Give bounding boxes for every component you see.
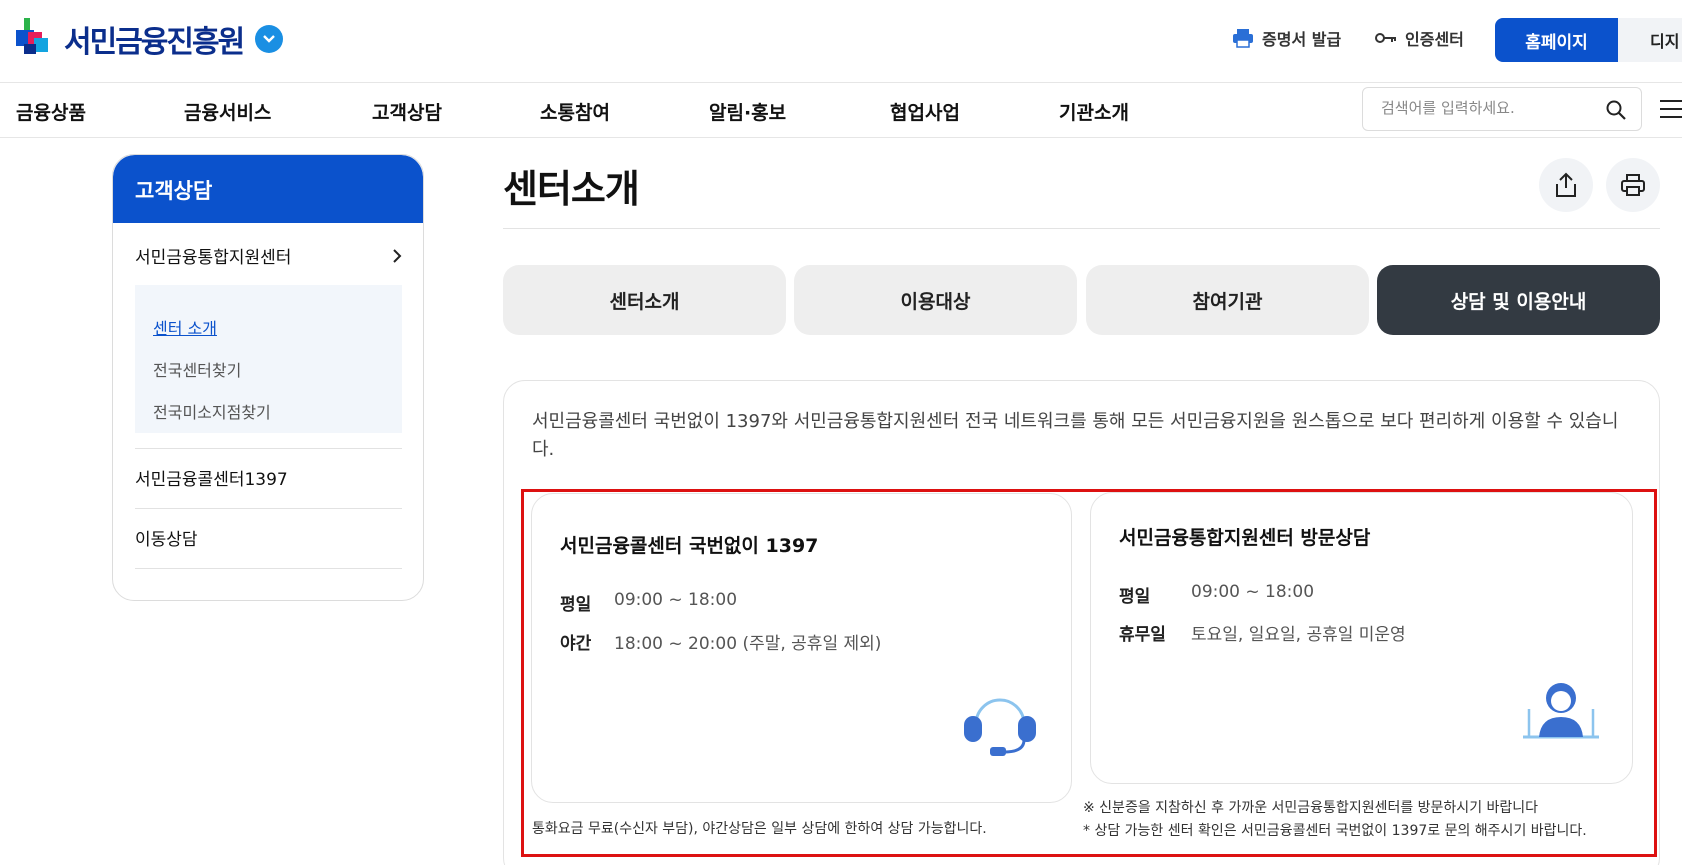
auth-center-link[interactable]: 인증센터 xyxy=(1375,26,1464,50)
tab-consult-guide[interactable]: 상담 및 이용안내 xyxy=(1377,265,1660,335)
chevron-right-icon xyxy=(393,248,402,263)
logo[interactable]: 서민금융진흥원 xyxy=(16,14,284,64)
print-button[interactable] xyxy=(1606,158,1660,212)
sidebar-sub-find-miso[interactable]: 전국미소지점찾기 xyxy=(153,399,271,423)
nav-financial-services[interactable]: 금융서비스 xyxy=(184,98,271,125)
nav-cooperation[interactable]: 협업사업 xyxy=(890,98,960,125)
title-divider xyxy=(503,228,1660,229)
sidebar: 고객상담 서민금융통합지원센터 센터 소개 전국센터찾기 전국미소지점찾기 서민… xyxy=(112,154,424,601)
digital-button[interactable]: 디지 xyxy=(1618,18,1682,62)
chevron-down-icon[interactable] xyxy=(255,25,284,53)
nav-financial-products[interactable]: 금융상품 xyxy=(16,98,86,125)
divider xyxy=(135,448,402,449)
sidebar-item-callcenter[interactable]: 서민금융콜센터1397 xyxy=(135,465,402,490)
top-header: 서민금융진흥원 증명서 발급 인증센터 홈페이지 디지 xyxy=(0,0,1682,82)
sidebar-title: 고객상담 xyxy=(113,155,423,223)
nav-about[interactable]: 기관소개 xyxy=(1059,98,1129,125)
nav-news[interactable]: 알림·홍보 xyxy=(709,98,786,125)
logo-mark-icon xyxy=(16,18,58,60)
key-icon xyxy=(1375,33,1396,43)
sidebar-sub-find-center[interactable]: 전국센터찾기 xyxy=(153,357,241,381)
printer-icon xyxy=(1621,174,1645,196)
logo-text: 서민금융진흥원 xyxy=(64,25,245,60)
certificate-label: 증명서 발급 xyxy=(1262,30,1342,49)
printer-icon xyxy=(1233,29,1253,48)
tab-eligibility[interactable]: 이용대상 xyxy=(794,265,1077,335)
search-box xyxy=(1362,87,1642,131)
search-input[interactable] xyxy=(1381,99,1591,117)
highlight-box xyxy=(521,489,1657,857)
sidebar-item-label: 서민금융통합지원센터 xyxy=(135,248,292,268)
sidebar-item-mobile-consult[interactable]: 이동상담 xyxy=(135,525,402,550)
tab-center-intro[interactable]: 센터소개 xyxy=(503,265,786,335)
share-icon xyxy=(1556,172,1576,197)
search-icon[interactable] xyxy=(1605,99,1627,121)
hamburger-menu-icon[interactable] xyxy=(1660,100,1682,120)
sidebar-submenu: 센터 소개 전국센터찾기 전국미소지점찾기 xyxy=(135,285,402,433)
nav-customer-consult[interactable]: 고객상담 xyxy=(372,98,442,125)
sidebar-item-integrated-center[interactable]: 서민금융통합지원센터 xyxy=(135,243,402,268)
divider xyxy=(135,508,402,509)
nav-communication[interactable]: 소통참여 xyxy=(540,98,610,125)
page-title: 센터소개 xyxy=(503,167,640,211)
intro-text: 서민금융콜센터 국번없이 1397와 서민금융통합지원센터 전국 네트워크를 통… xyxy=(532,411,1619,460)
certificate-link[interactable]: 증명서 발급 xyxy=(1232,26,1341,50)
auth-center-label: 인증센터 xyxy=(1405,30,1464,49)
tab-participants[interactable]: 참여기관 xyxy=(1086,265,1369,335)
homepage-button[interactable]: 홈페이지 xyxy=(1495,18,1618,62)
share-button[interactable] xyxy=(1539,158,1593,212)
sidebar-sub-center-intro[interactable]: 센터 소개 xyxy=(153,315,217,339)
divider xyxy=(135,568,402,569)
